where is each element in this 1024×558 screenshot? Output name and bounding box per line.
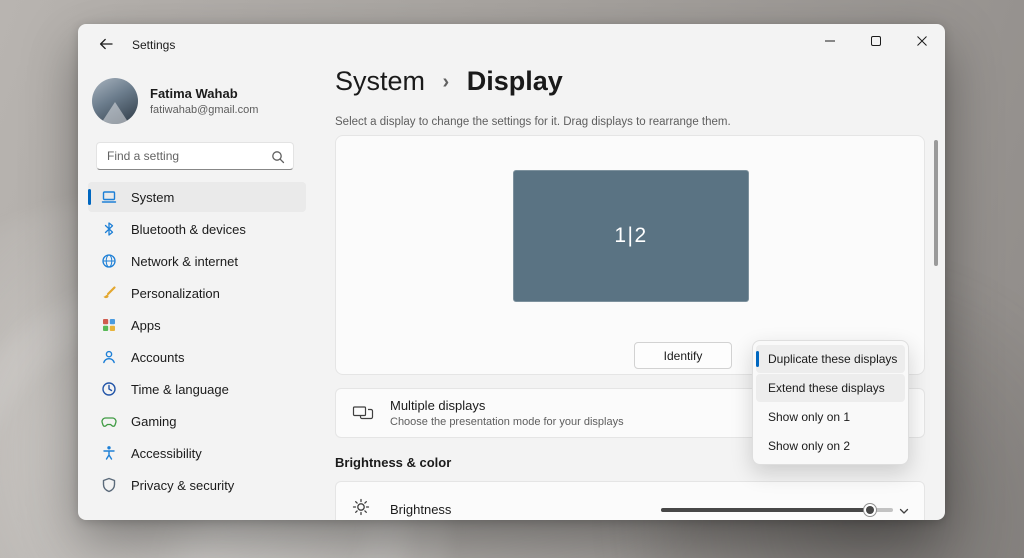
accounts-icon: [101, 349, 117, 365]
multiple-displays-text: Multiple displays Choose the presentatio…: [390, 398, 624, 428]
breadcrumb-separator-icon: ›: [443, 71, 450, 93]
dropdown-option-label: Show only on 1: [768, 410, 850, 424]
selected-indicator: [88, 189, 91, 205]
sidebar-item-personalization[interactable]: Personalization: [88, 278, 306, 308]
back-button[interactable]: [90, 32, 122, 58]
brightness-slider-thumb[interactable]: [863, 503, 877, 517]
maximize-button[interactable]: [853, 24, 899, 58]
sidebar-item-label: Gaming: [131, 414, 177, 429]
time-language-icon: [101, 381, 117, 397]
gaming-icon: [101, 413, 117, 429]
window-controls: [807, 24, 945, 58]
brightness-row: Brightness: [335, 481, 925, 520]
display-arrangement-card: 1|2 Identify: [335, 135, 925, 375]
breadcrumb-parent[interactable]: System: [335, 66, 425, 96]
sidebar-item-system[interactable]: System: [88, 182, 306, 212]
sidebar-item-label: Accessibility: [131, 446, 202, 461]
dropdown-option-duplicate-these-displays[interactable]: Duplicate these displays: [756, 345, 905, 373]
window-title: Settings: [132, 38, 175, 52]
dropdown-option-extend-these-displays[interactable]: Extend these displays: [756, 374, 905, 402]
monitor-number-label: 1|2: [614, 224, 647, 248]
page-title: Display: [467, 66, 563, 96]
avatar-photo-shape: [98, 102, 132, 124]
close-icon: [917, 34, 927, 49]
settings-window: Settings Fatima Wahab fatiwahab@gmail.co…: [78, 24, 945, 520]
multiple-displays-icon: [352, 403, 374, 423]
avatar: [92, 78, 138, 124]
minimize-button[interactable]: [807, 24, 853, 58]
sidebar-item-label: Bluetooth & devices: [131, 222, 246, 237]
personalization-icon: [101, 285, 117, 301]
multiple-displays-subtitle: Choose the presentation mode for your di…: [390, 416, 624, 428]
brightness-slider-fill: [661, 508, 870, 512]
sidebar-item-label: Time & language: [131, 382, 229, 397]
bluetooth-icon: [101, 221, 117, 237]
system-icon: [101, 189, 117, 205]
dropdown-option-show-only-on-2[interactable]: Show only on 2: [756, 432, 905, 460]
profile-email: fatiwahab@gmail.com: [150, 104, 258, 116]
dropdown-option-label: Show only on 2: [768, 439, 850, 453]
profile-name: Fatima Wahab: [150, 86, 238, 101]
brightness-label: Brightness: [390, 502, 451, 517]
brightness-slider[interactable]: [661, 508, 893, 512]
sidebar-item-time-language[interactable]: Time & language: [88, 374, 306, 404]
multiple-displays-title: Multiple displays: [390, 398, 624, 413]
back-arrow-icon: [99, 37, 113, 54]
sidebar-item-privacy-security[interactable]: Privacy & security: [88, 470, 306, 500]
search-box: [96, 142, 294, 170]
sidebar-item-accounts[interactable]: Accounts: [88, 342, 306, 372]
identify-button[interactable]: Identify: [634, 342, 732, 369]
close-button[interactable]: [899, 24, 945, 58]
sidebar-item-gaming[interactable]: Gaming: [88, 406, 306, 436]
sidebar: Fatima Wahab fatiwahab@gmail.com System: [78, 64, 328, 520]
dropdown-option-label: Extend these displays: [768, 381, 885, 395]
selected-indicator: [756, 351, 759, 367]
sidebar-item-label: Apps: [131, 318, 161, 333]
sidebar-item-label: Privacy & security: [131, 478, 234, 493]
sidebar-item-label: Personalization: [131, 286, 220, 301]
display-mode-dropdown: Duplicate these displays Extend these di…: [752, 340, 909, 465]
maximize-icon: [871, 34, 881, 49]
page-description: Select a display to change the settings …: [335, 116, 731, 128]
dropdown-option-label: Duplicate these displays: [768, 352, 897, 366]
sidebar-item-accessibility[interactable]: Accessibility: [88, 438, 306, 468]
search-icon[interactable]: [271, 150, 285, 169]
privacy-security-icon: [101, 477, 117, 493]
apps-icon: [101, 317, 117, 333]
dropdown-option-show-only-on-1[interactable]: Show only on 1: [756, 403, 905, 431]
brightness-sun-icon: [352, 498, 370, 520]
brightness-slider-thumb-dot: [866, 506, 874, 514]
sidebar-item-network-internet[interactable]: Network & internet: [88, 246, 306, 276]
section-header-brightness-color: Brightness & color: [335, 455, 451, 470]
sidebar-item-apps[interactable]: Apps: [88, 310, 306, 340]
chevron-down-icon[interactable]: [898, 504, 910, 520]
titlebar: Settings: [78, 24, 945, 64]
accessibility-icon: [101, 445, 117, 461]
desktop-background: Settings Fatima Wahab fatiwahab@gmail.co…: [0, 0, 1024, 558]
display-preview-monitor[interactable]: 1|2: [513, 170, 749, 302]
sidebar-nav: System Bluetooth & devices Network & int…: [88, 182, 306, 500]
minimize-icon: [825, 34, 835, 49]
sidebar-item-label: Network & internet: [131, 254, 238, 269]
sidebar-item-label: System: [131, 190, 174, 205]
sidebar-item-label: Accounts: [131, 350, 184, 365]
network-icon: [101, 253, 117, 269]
search-input[interactable]: [97, 143, 265, 169]
breadcrumb: System › Display: [335, 66, 563, 97]
sidebar-item-bluetooth-devices[interactable]: Bluetooth & devices: [88, 214, 306, 244]
vertical-scrollbar-thumb[interactable]: [934, 140, 938, 266]
